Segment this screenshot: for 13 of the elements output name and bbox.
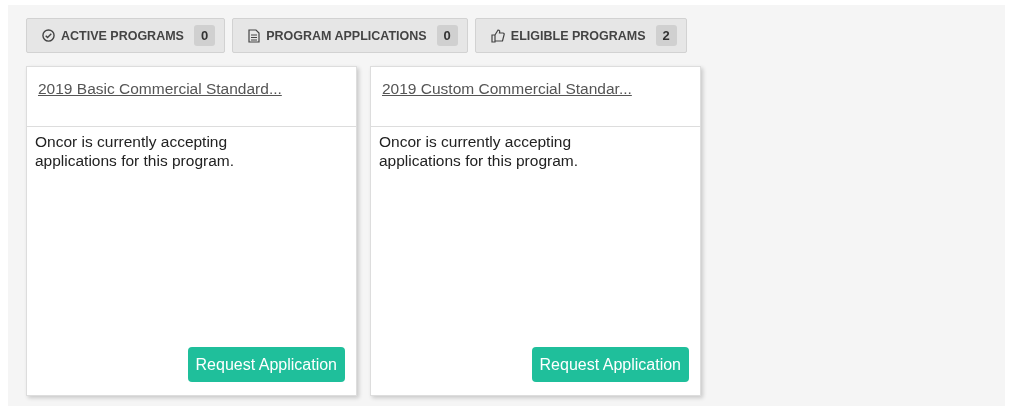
- count-badge: 0: [436, 25, 458, 46]
- program-title-link[interactable]: 2019 Custom Commercial Standar...: [382, 80, 632, 97]
- count-badge: 0: [193, 25, 216, 46]
- tab[interactable]: ACTIVE PROGRAMS 0: [26, 18, 226, 53]
- program-description: Oncor is currently accepting applications for this program.: [379, 132, 579, 171]
- count-badge: 2: [655, 25, 677, 46]
- program-title-link[interactable]: 2019 Basic Commercial Standard...: [38, 80, 282, 97]
- program-description: Oncor is currently accepting applications for this program.: [35, 132, 235, 171]
- tab[interactable]: PROGRAM APPLICATIONS 0: [232, 18, 468, 53]
- thumbs-up-icon: [490, 28, 505, 43]
- document-icon: [248, 28, 261, 43]
- check-circle-icon: [42, 29, 55, 42]
- tab[interactable]: ELIGIBLE PROGRAMS 2: [474, 18, 687, 53]
